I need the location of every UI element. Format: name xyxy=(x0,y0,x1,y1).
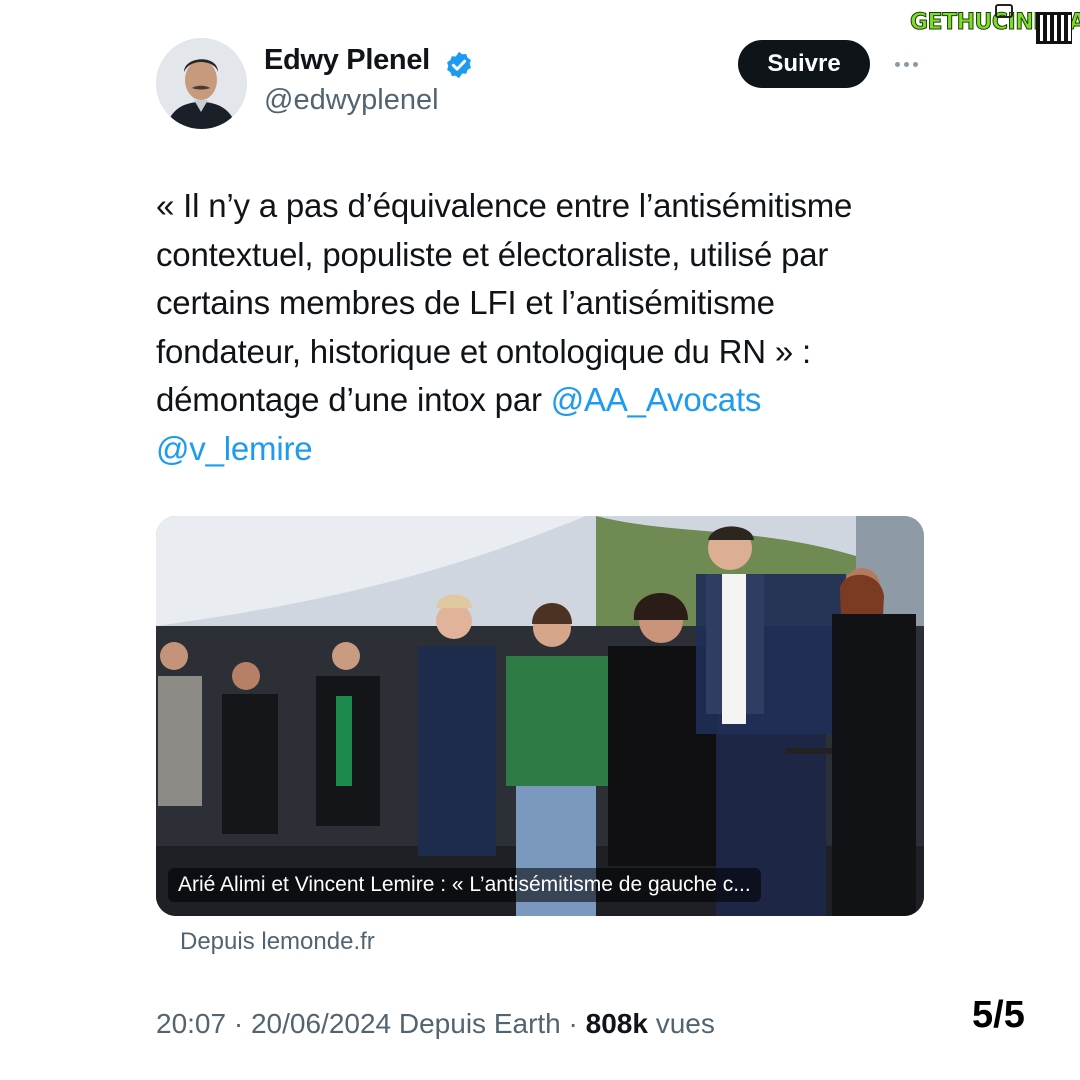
meta-separator: · xyxy=(233,1008,251,1039)
author-name[interactable]: Edwy Plenel xyxy=(264,44,430,77)
tweet-text: « Il n’y a pas d’équivalence entre l’ant… xyxy=(156,182,946,473)
more-horizontal-icon[interactable] xyxy=(888,54,924,74)
user-avatar-icon xyxy=(156,38,247,129)
avatar[interactable] xyxy=(156,38,247,129)
tweet-meta: 20:07 · 20/06/2024 Depuis Earth · 808k v… xyxy=(156,1008,715,1040)
tweet-line: « Il n’y a pas d’équivalence entre l’ant… xyxy=(156,187,853,224)
link-card-title: Arié Alimi et Vincent Lemire : « L’antis… xyxy=(168,868,761,902)
author-handle[interactable]: @edwyplenel xyxy=(264,84,439,117)
mention-link-v-lemire[interactable]: @v_lemire xyxy=(156,430,313,467)
tweet-line: démontage d’une intox par xyxy=(156,381,551,418)
film-strip-icon xyxy=(1036,12,1072,44)
views-count: 808k xyxy=(585,1008,648,1039)
tweet-line: certains membres de LFI et l’antisémitis… xyxy=(156,284,775,321)
mention-link-aa-avocats[interactable]: @AA_Avocats xyxy=(551,381,762,418)
tweet-client: Depuis Earth xyxy=(398,1008,561,1039)
link-card[interactable]: Arié Alimi et Vincent Lemire : « L’antis… xyxy=(156,516,924,916)
tweet-line: fondateur, historique et ontologique du … xyxy=(156,332,811,370)
meta-separator: · xyxy=(568,1008,586,1039)
tweet-line-mention: @v_lemire xyxy=(156,425,946,474)
article-photo xyxy=(156,516,924,916)
tweet-time[interactable]: 20:07 xyxy=(156,1008,226,1039)
page-indicator: 5/5 xyxy=(972,994,1025,1036)
follow-button[interactable]: Suivre xyxy=(738,40,870,88)
views-label: vues xyxy=(655,1008,715,1039)
verified-badge-icon xyxy=(447,51,471,79)
link-source[interactable]: Depuis lemonde.fr xyxy=(180,928,375,956)
tweet-date[interactable]: 20/06/2024 xyxy=(251,1008,391,1039)
watermark-logo: GETHUCINEMA xyxy=(910,4,1080,44)
camera-icon xyxy=(995,4,1013,18)
tweet-line: contextuel, populiste et électoraliste, … xyxy=(156,235,829,273)
tweet-line-with-mention: démontage d’une intox par @AA_Avocats xyxy=(156,376,946,425)
